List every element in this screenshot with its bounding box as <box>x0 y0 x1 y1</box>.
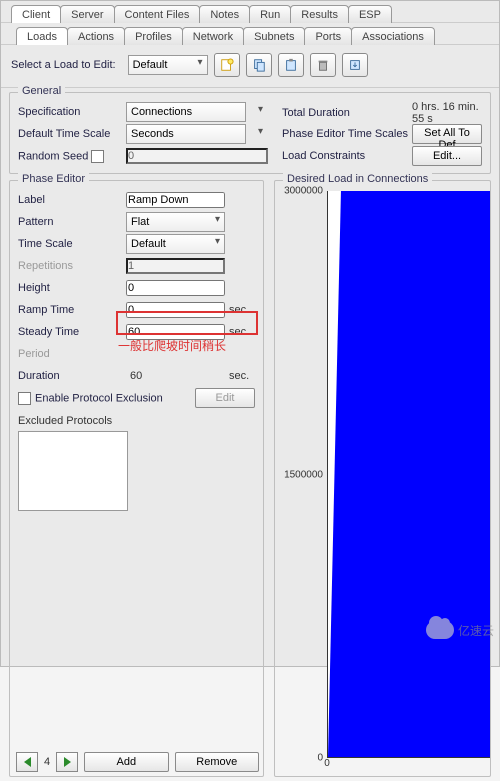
tab-server[interactable]: Server <box>60 5 114 23</box>
load-constraints-label: Load Constraints <box>282 150 412 162</box>
default-timescale-select[interactable]: Seconds <box>126 124 246 144</box>
sub-tabs: LoadsActionsProfilesNetworkSubnetsPortsA… <box>1 23 499 45</box>
enable-protocol-exclusion-label: Enable Protocol Exclusion <box>18 392 195 405</box>
ramp-time-input[interactable] <box>126 302 225 318</box>
main-tabs: ClientServerContent FilesNotesRunResults… <box>1 1 499 23</box>
subtab-subnets[interactable]: Subnets <box>243 27 305 45</box>
specification-select[interactable]: Connections <box>126 102 246 122</box>
duration-value: 60 <box>126 370 225 382</box>
cloud-icon <box>426 621 454 639</box>
timescale-select[interactable]: Default <box>126 234 225 254</box>
height-input[interactable] <box>126 280 225 296</box>
export-icon[interactable] <box>342 53 368 77</box>
total-duration-label: Total Duration <box>282 107 412 119</box>
delete-icon[interactable] <box>310 53 336 77</box>
specification-label: Specification <box>18 106 126 118</box>
select-load-label: Select a Load to Edit: <box>11 59 116 71</box>
timescale-label: Time Scale <box>18 238 126 250</box>
load-chart: 015000003000000 0 <box>277 191 490 774</box>
general-group: General Specification Connections Defaul… <box>9 92 491 174</box>
general-legend: General <box>18 85 65 97</box>
random-seed-checkbox[interactable] <box>91 150 104 163</box>
copy-icon[interactable] <box>246 53 272 77</box>
tab-esp[interactable]: ESP <box>348 5 392 23</box>
set-all-default-button[interactable]: Set All To Def <box>412 124 482 144</box>
remove-phase-button[interactable]: Remove <box>175 752 259 772</box>
period-label: Period <box>18 348 126 360</box>
random-seed-label: Random Seed <box>18 150 126 163</box>
phase-editor-timescales-label: Phase Editor Time Scales <box>282 128 412 140</box>
desired-load-group: Desired Load in Connections 015000003000… <box>274 180 491 777</box>
subtab-ports[interactable]: Ports <box>304 27 352 45</box>
height-label: Height <box>18 282 126 294</box>
desired-load-legend: Desired Load in Connections <box>283 173 432 185</box>
load-toolbar: Select a Load to Edit: Default <box>1 45 499 88</box>
excluded-protocols-label: Excluded Protocols <box>18 415 112 427</box>
total-duration-value: 0 hrs. 16 min. 55 s <box>412 101 482 125</box>
pattern-label: Pattern <box>18 216 126 228</box>
subtab-profiles[interactable]: Profiles <box>124 27 183 45</box>
default-timescale-label: Default Time Scale <box>18 128 126 140</box>
label-input[interactable] <box>126 192 225 208</box>
tab-notes[interactable]: Notes <box>199 5 250 23</box>
phase-editor-legend: Phase Editor <box>18 173 89 185</box>
tab-content-files[interactable]: Content Files <box>114 5 201 23</box>
phase-index: 4 <box>44 756 50 768</box>
prev-phase-button[interactable] <box>16 752 38 772</box>
paste-icon[interactable] <box>278 53 304 77</box>
load-select[interactable]: Default <box>128 55 208 75</box>
steady-time-label: Steady Time <box>18 326 126 338</box>
random-seed-input <box>126 148 268 164</box>
repetitions-label: Repetitions <box>18 260 126 272</box>
pattern-select[interactable]: Flat <box>126 212 225 232</box>
phase-nav: 4 Add Remove <box>14 746 259 772</box>
tab-client[interactable]: Client <box>11 5 61 23</box>
watermark: 亿速云 <box>426 621 494 639</box>
subtab-actions[interactable]: Actions <box>67 27 125 45</box>
edit-constraints-button[interactable]: Edit... <box>412 146 482 166</box>
repetitions-input <box>126 258 225 274</box>
phase-editor-group: Phase Editor Label PatternFlat Time Scal… <box>9 180 264 777</box>
ramp-time-label: Ramp Time <box>18 304 126 316</box>
enable-protocol-exclusion-checkbox[interactable] <box>18 392 31 405</box>
new-icon[interactable] <box>214 53 240 77</box>
duration-label: Duration <box>18 370 126 382</box>
tab-results[interactable]: Results <box>290 5 349 23</box>
subtab-associations[interactable]: Associations <box>351 27 435 45</box>
subtab-loads[interactable]: Loads <box>16 27 68 45</box>
annotation-text: 一般比爬坡时间稍长 <box>118 337 226 354</box>
add-phase-button[interactable]: Add <box>84 752 168 772</box>
protocol-exclusion-edit-button: Edit <box>195 388 255 408</box>
excluded-protocols-list <box>18 431 128 511</box>
subtab-network[interactable]: Network <box>182 27 244 45</box>
next-phase-button[interactable] <box>56 752 78 772</box>
label-label: Label <box>18 194 126 206</box>
tab-run[interactable]: Run <box>249 5 291 23</box>
